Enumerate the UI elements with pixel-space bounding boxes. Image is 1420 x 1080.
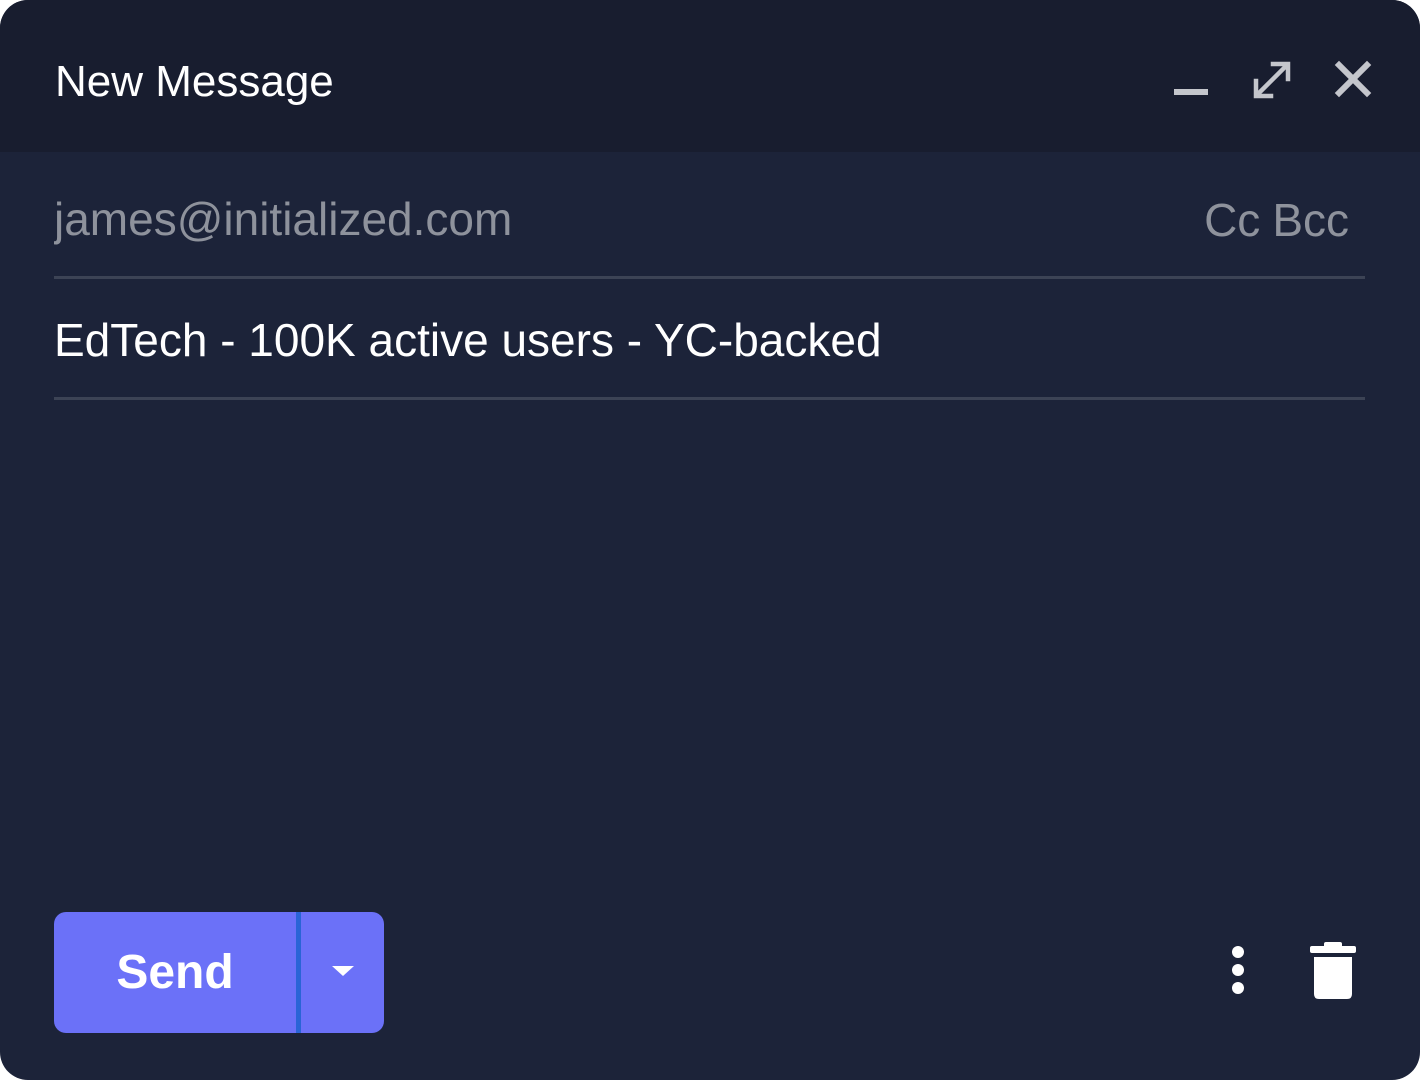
compose-window: New Message james@initialized.com Cc Bcc… xyxy=(0,0,1420,1080)
to-field[interactable] xyxy=(54,188,1134,250)
more-options-button[interactable] xyxy=(1216,940,1260,1004)
cc-bcc-links: Cc Bcc xyxy=(1204,192,1349,248)
send-options-button[interactable] xyxy=(301,912,384,1033)
more-vertical-icon xyxy=(1232,946,1244,994)
chevron-down-icon xyxy=(332,966,354,976)
send-button[interactable]: Send xyxy=(54,912,296,1033)
close-button[interactable] xyxy=(1329,56,1377,104)
expand-icon xyxy=(1253,61,1291,99)
bcc-link[interactable]: Bcc xyxy=(1272,194,1349,246)
close-icon xyxy=(1334,60,1372,98)
expand-button[interactable] xyxy=(1248,56,1296,104)
subject-row xyxy=(54,279,1365,400)
cc-link[interactable]: Cc xyxy=(1204,194,1260,246)
subject-field[interactable] xyxy=(54,309,1334,371)
title-bar: New Message xyxy=(0,0,1420,152)
trash-icon xyxy=(1310,942,1356,999)
recipients-row: CcBcc xyxy=(54,170,1365,279)
minimize-button[interactable] xyxy=(1167,56,1215,104)
minimize-icon xyxy=(1174,89,1208,95)
message-body[interactable] xyxy=(54,420,1365,890)
send-button-group: Send xyxy=(54,912,384,1033)
window-title: New Message xyxy=(55,57,334,106)
discard-button[interactable] xyxy=(1306,940,1360,1002)
